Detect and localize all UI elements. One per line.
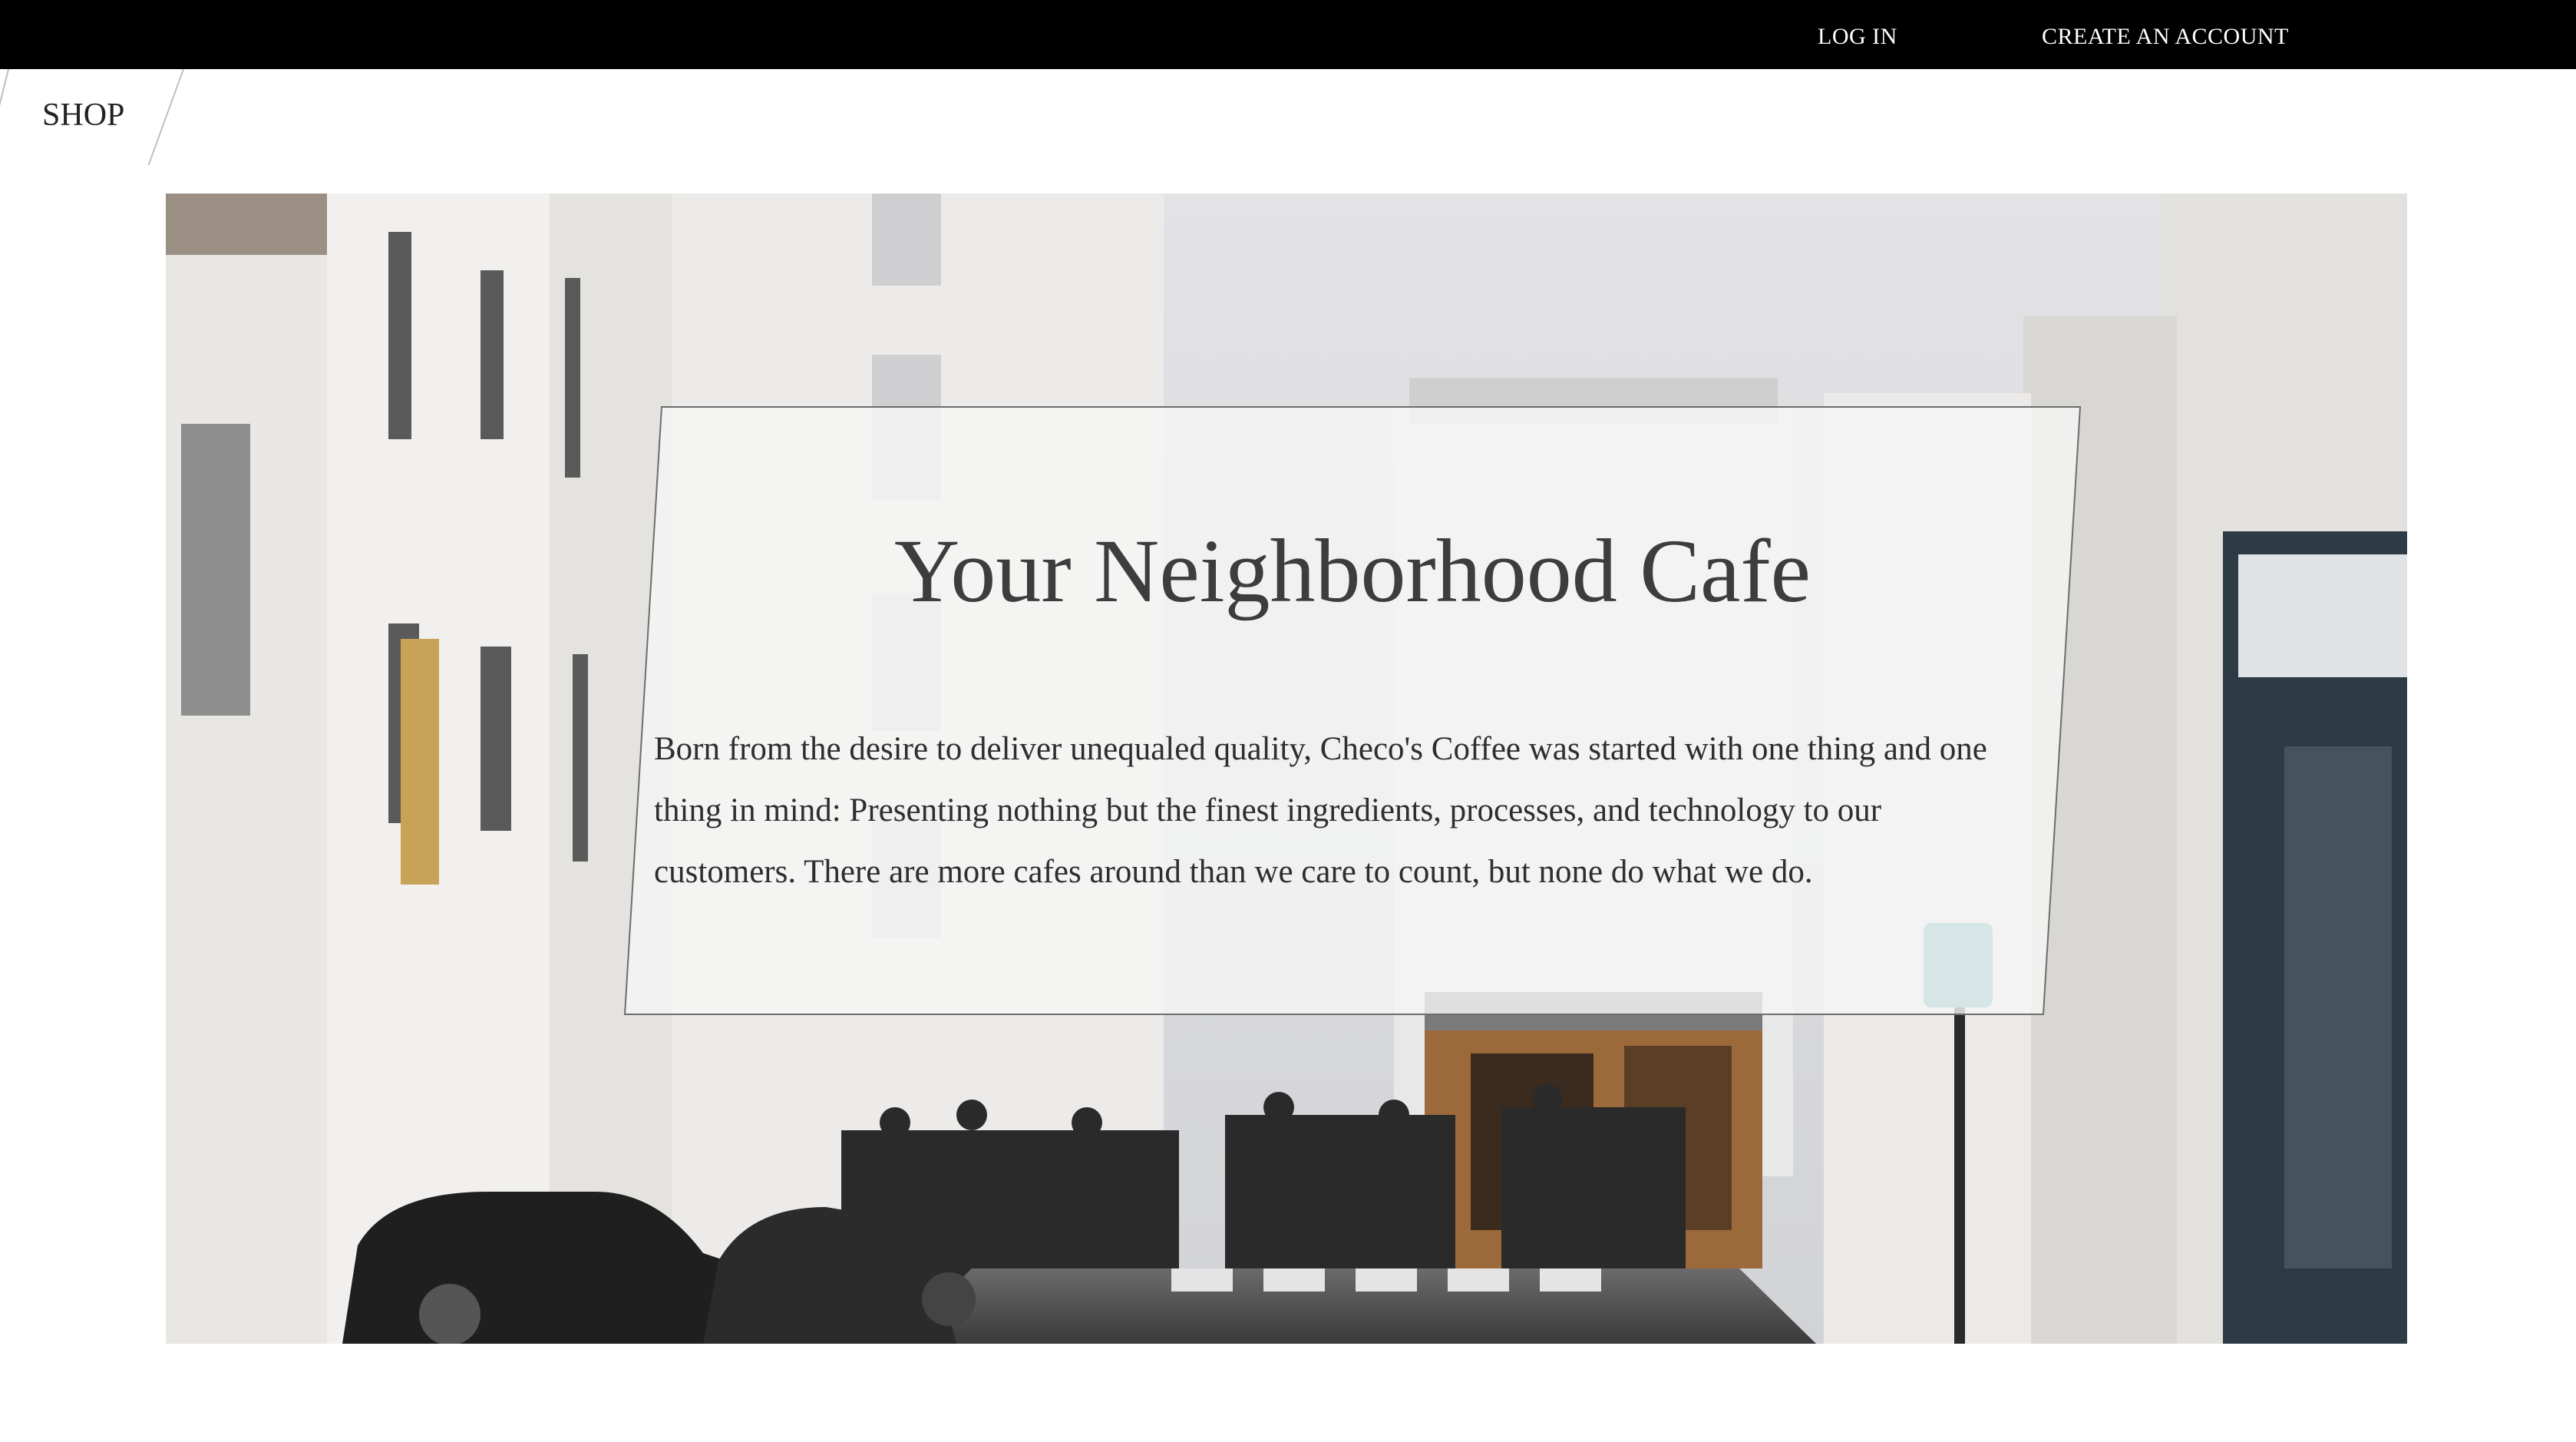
shop-tab[interactable]: SHOP xyxy=(0,69,184,165)
login-link[interactable]: LOG IN xyxy=(1818,0,1897,69)
hero-headline: Your Neighborhood Cafe xyxy=(893,521,1811,621)
top-bar: LOG IN CREATE AN ACCOUNT xyxy=(0,0,2576,69)
hero-body-text: Born from the desire to deliver unequale… xyxy=(654,731,1987,890)
shop-label: SHOP xyxy=(42,98,125,133)
tab-divider-right xyxy=(147,69,184,165)
intro-panel: Your Neighborhood Cafe Born from the des… xyxy=(623,405,2082,1016)
panel-background xyxy=(623,406,2082,1015)
tab-divider-left xyxy=(0,69,9,115)
create-account-link[interactable]: CREATE AN ACCOUNT xyxy=(2042,0,2289,69)
